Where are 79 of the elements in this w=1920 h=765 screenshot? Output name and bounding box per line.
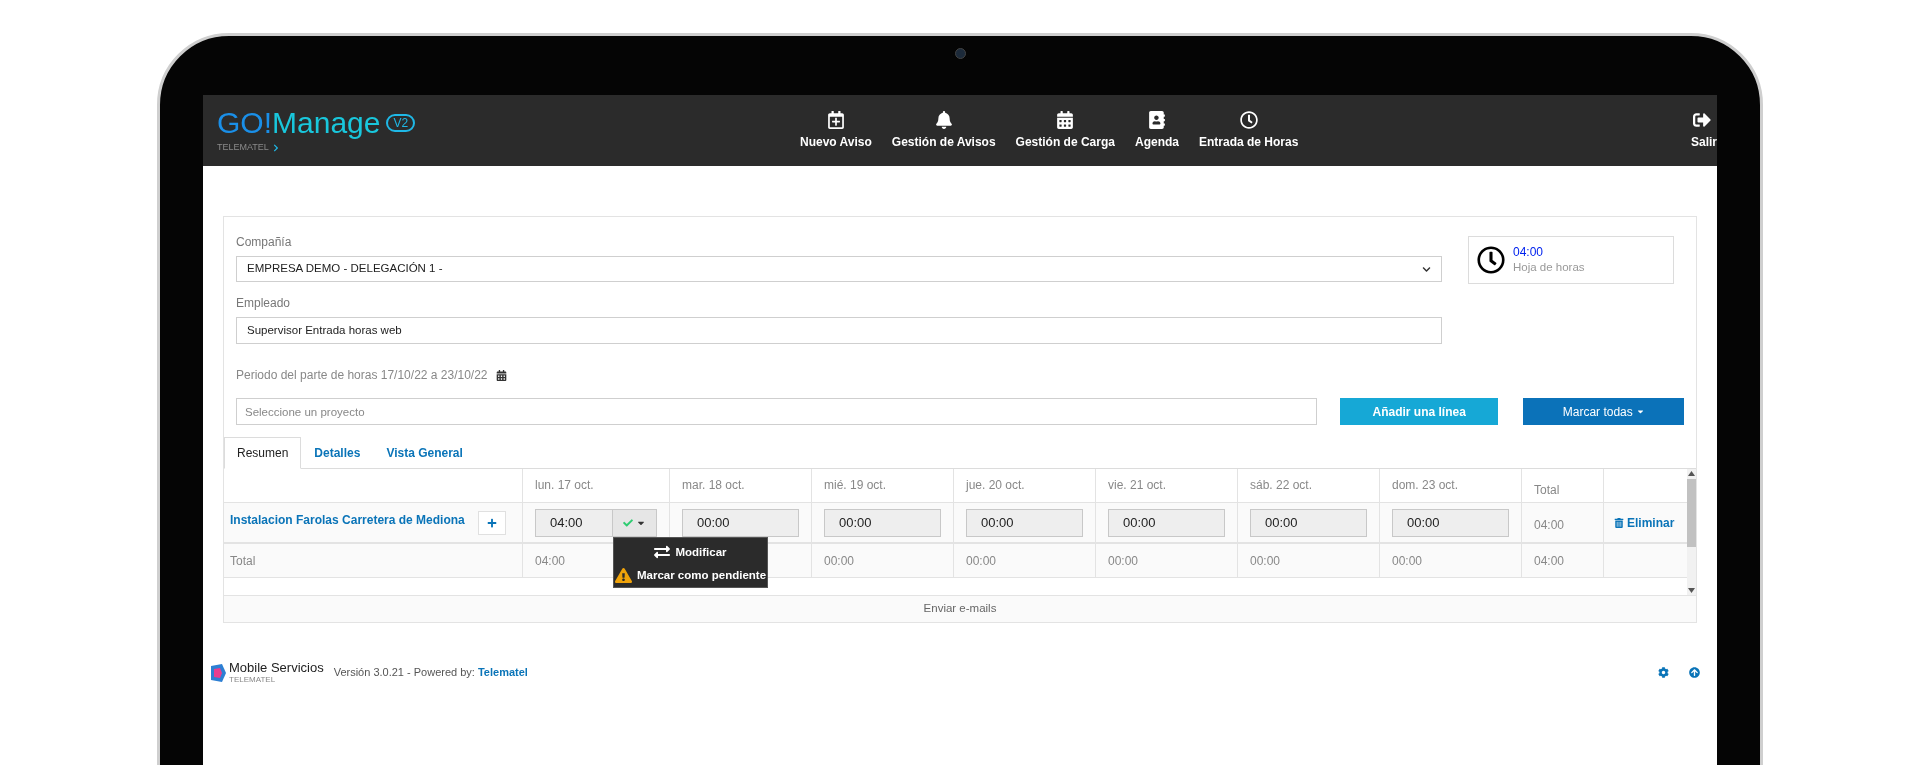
- day-total: 00:00: [1250, 552, 1281, 570]
- calendar-icon[interactable]: [495, 369, 507, 381]
- brand-name: Mobile Servicios: [229, 661, 324, 675]
- totals-label: Total: [230, 552, 256, 570]
- settings-icon[interactable]: [1658, 667, 1669, 678]
- bell-icon: [934, 110, 953, 129]
- field-label: Compañía: [236, 234, 293, 251]
- scroll-top-icon[interactable]: [1689, 667, 1700, 678]
- trash-icon: [1614, 517, 1624, 528]
- app-logo[interactable]: GO!Manage: [217, 106, 381, 139]
- check-icon: [623, 517, 633, 528]
- day-total: 00:00: [1392, 552, 1423, 570]
- send-emails-button[interactable]: Enviar e-mails: [224, 595, 1696, 622]
- hours-input[interactable]: 00:00: [1392, 508, 1509, 537]
- chevron-icon: [271, 143, 280, 152]
- project-link[interactable]: Instalacion Farolas Carretera de Mediona: [230, 511, 465, 529]
- calendar-icon: [1056, 110, 1075, 129]
- row-total: 04:00: [1534, 518, 1565, 532]
- column-header: lun. 17 oct.: [535, 476, 594, 494]
- period-text: Periodo del parte de horas 17/10/22 a 23/10/22: [236, 367, 488, 384]
- company-link[interactable]: TELEMATEL: [217, 140, 269, 155]
- scroll-down-icon[interactable]: [1688, 588, 1695, 593]
- clock-icon: [1477, 246, 1505, 274]
- swap-arrows-icon: [654, 544, 671, 561]
- scroll-up-icon[interactable]: [1688, 471, 1695, 476]
- scrollbar[interactable]: [1687, 469, 1696, 595]
- warning-icon: [614, 566, 632, 584]
- menu-item[interactable]: Modificar: [654, 543, 727, 561]
- brand-logo-icon: [210, 663, 226, 682]
- hours-input[interactable]: 00:00: [824, 508, 941, 537]
- logout-button[interactable]: Salir: [1691, 110, 1717, 151]
- day-total: 00:00: [1108, 552, 1139, 570]
- telematel-link[interactable]: Telematel: [477, 666, 528, 679]
- chevron-down-icon: [1422, 264, 1431, 274]
- project-field[interactable]: Seleccione un proyecto: [236, 398, 1317, 425]
- tab[interactable]: Detalles: [301, 437, 374, 469]
- menu-item[interactable]: Marcar como pendiente: [614, 566, 767, 584]
- scroll-thumb[interactable]: [1687, 479, 1696, 547]
- nav-item[interactable]: Gestión de Avisos: [891, 110, 996, 151]
- plus-icon: [487, 518, 497, 528]
- clock-icon: [1239, 110, 1258, 129]
- summary-label: Hoja de horas: [1513, 260, 1585, 275]
- column-header: jue. 20 oct.: [966, 476, 1025, 494]
- grand-total: 04:00: [1534, 552, 1565, 570]
- version-text: Versión 3.0.21 - Powered by: Telematel: [333, 665, 528, 681]
- hours-input[interactable]: 00:00: [682, 508, 799, 537]
- caret-icon: [1635, 407, 1645, 416]
- hours-input[interactable]: 04:00: [535, 508, 613, 537]
- hours-input[interactable]: 00:00: [1108, 508, 1225, 537]
- hours-input[interactable]: 00:00: [1250, 508, 1367, 537]
- column-header: mié. 19 oct.: [824, 476, 887, 494]
- nav-item[interactable]: Gestión de Carga: [1015, 110, 1115, 151]
- column-header: vie. 21 oct.: [1108, 476, 1167, 494]
- delete-link[interactable]: Eliminar: [1614, 513, 1675, 532]
- hours-total: 04:00: [1513, 245, 1545, 260]
- mark-all-button[interactable]: Marcar todas: [1523, 398, 1684, 425]
- address-book-icon: [1147, 110, 1166, 129]
- day-total: 04:00: [535, 552, 566, 570]
- version-badge: V2: [386, 113, 416, 132]
- column-header: Total: [1534, 481, 1560, 499]
- column-header: mar. 18 oct.: [682, 476, 745, 494]
- hours-input[interactable]: 00:00: [966, 508, 1083, 537]
- logout-icon: [1693, 110, 1711, 129]
- tab[interactable]: Vista General: [373, 437, 476, 469]
- calendar-plus-icon: [826, 110, 845, 129]
- nav-item[interactable]: Agenda: [1134, 110, 1179, 151]
- column-header: dom. 23 oct.: [1392, 476, 1459, 494]
- nav-item[interactable]: Nuevo Aviso: [800, 110, 872, 151]
- brand-subtitle: TELEMATEL: [229, 675, 277, 684]
- day-total: 00:00: [966, 552, 997, 570]
- company-select[interactable]: EMPRESA DEMO - DELEGACIÓN 1 -: [236, 256, 1442, 282]
- nav-item[interactable]: Entrada de Horas: [1199, 110, 1299, 151]
- add-entry-button[interactable]: [478, 511, 506, 535]
- employee-field[interactable]: Supervisor Entrada horas web: [236, 317, 1442, 344]
- day-total: 00:00: [824, 552, 855, 570]
- column-header: sáb. 22 oct.: [1250, 476, 1313, 494]
- field-label: Empleado: [236, 295, 292, 312]
- camera: [954, 48, 966, 59]
- tab[interactable]: Resumen: [224, 437, 302, 469]
